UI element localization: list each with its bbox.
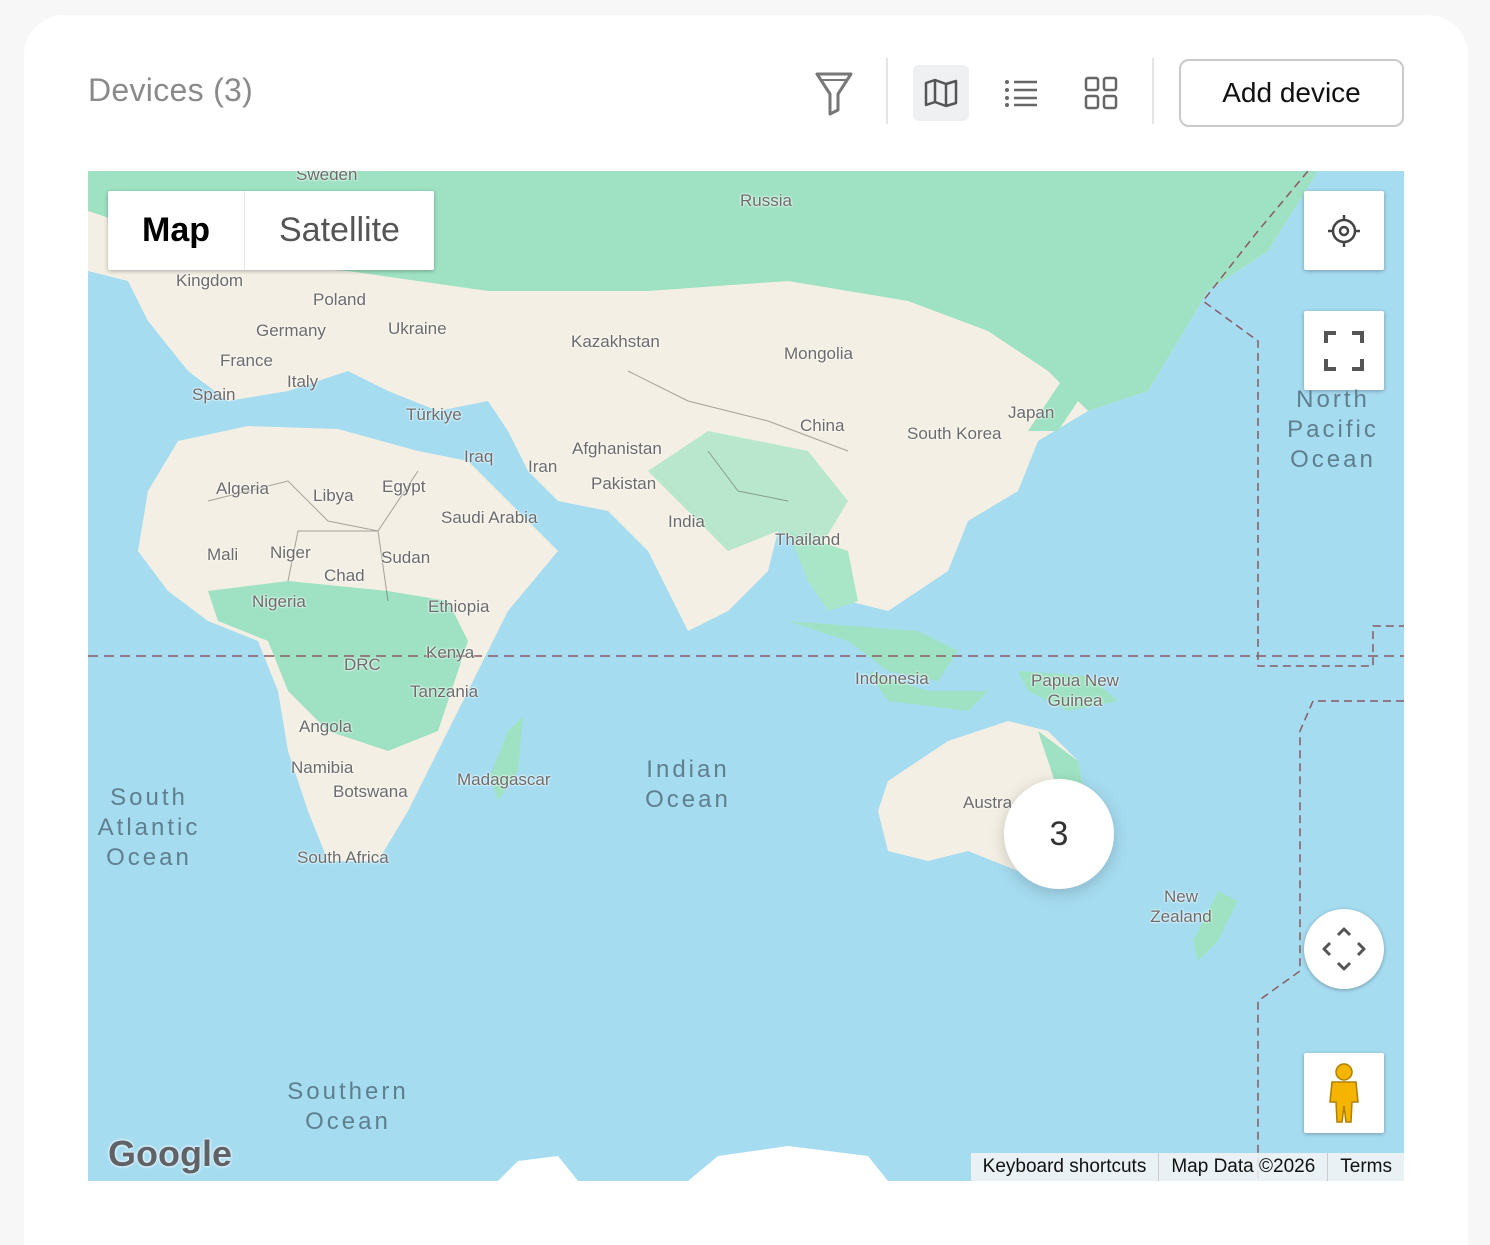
terms-link[interactable]: Terms [1327,1153,1404,1181]
country-label: India [668,512,705,531]
country-label: Italy [287,372,319,391]
toolbar-divider [1152,58,1154,124]
country-label: Niger [270,543,311,562]
country-label: Afghanistan [572,439,662,458]
toolbar-divider [886,58,888,124]
list-view-button[interactable] [993,65,1049,121]
country-label: Papua New Guinea [1031,671,1119,710]
country-label: Indonesia [855,669,929,688]
locate-button[interactable] [1304,191,1384,270]
country-label: Sudan [381,548,431,567]
pan-arrows-icon [1322,927,1366,971]
ocean-label: South Atlantic Ocean [97,784,201,871]
country-label: Ukraine [388,319,447,338]
country-label: China [800,416,845,435]
map-type-toggle: Map Satellite [108,191,434,270]
list-icon [1005,80,1037,107]
pan-control[interactable] [1304,909,1384,989]
country-label: Kenya [426,643,475,662]
page-title: Devices (3) [88,72,254,108]
map-data-text: Map Data ©2026 [1158,1153,1327,1181]
country-label: New Zealand [1150,887,1212,926]
map-view-button[interactable] [913,65,969,121]
country-label: Egypt [382,477,426,496]
country-label: Sweden [296,171,358,184]
grid-icon [1084,76,1118,110]
country-label: South Korea [907,424,1002,443]
add-device-button[interactable]: Add device [1179,59,1404,127]
fullscreen-button[interactable] [1304,311,1384,390]
fullscreen-icon [1324,330,1364,371]
filter-icon [815,72,853,116]
country-label: Iran [528,457,558,476]
country-label: Saudi Arabia [441,508,538,527]
country-label: Poland [313,290,366,309]
filter-button[interactable] [806,65,862,121]
street-view-pegman[interactable] [1304,1053,1384,1133]
country-label: Nigeria [252,592,306,611]
ocean-label: North Pacific Ocean [1287,386,1379,473]
country-label: Namibia [291,758,354,777]
country-label: France [220,351,273,370]
country-label: Chad [324,566,365,585]
device-cluster-marker[interactable]: 3 [1004,779,1114,889]
country-label: Libya [313,486,354,505]
ocean-label: Southern Ocean [287,1078,409,1135]
map-icon [924,78,958,108]
country-label: Mali [207,545,239,564]
map-type-map[interactable]: Map [108,191,245,270]
country-label: Russia [740,191,792,210]
country-label: Mongolia [784,344,853,363]
country-label: Kingdom [176,271,244,290]
country-label: Botswana [333,782,408,801]
map-view[interactable]: Map Satellite North Pacific Ocean Indian… [88,171,1404,1181]
country-label: Angola [299,717,352,736]
crosshair-icon [1328,214,1360,247]
country-label: Germany [256,321,326,340]
country-label: Japan [1008,403,1055,422]
keyboard-shortcuts-link[interactable]: Keyboard shortcuts [971,1153,1159,1181]
country-label: Algeria [216,479,269,498]
pegman-icon [1329,1063,1359,1123]
country-label: Austra [963,793,1013,812]
country-label: Ethiopia [428,597,490,616]
country-label: Pakistan [591,474,657,493]
ocean-label: Indian Ocean [645,756,731,813]
grid-view-button[interactable] [1073,65,1129,121]
country-label: Madagascar [457,770,551,789]
country-label: Kazakhstan [571,332,660,351]
country-label: DRC [344,655,381,674]
country-label: Spain [192,385,236,404]
map-type-satellite[interactable]: Satellite [245,191,434,270]
google-logo: Google [108,1133,232,1174]
country-label: South Africa [297,848,389,867]
country-label: Thailand [775,530,841,549]
country-label: Türkiye [406,405,462,424]
country-label: Iraq [464,447,494,466]
map-attribution: Keyboard shortcuts Map Data ©2026 Terms [970,1153,1404,1181]
country-label: Tanzania [410,682,479,701]
